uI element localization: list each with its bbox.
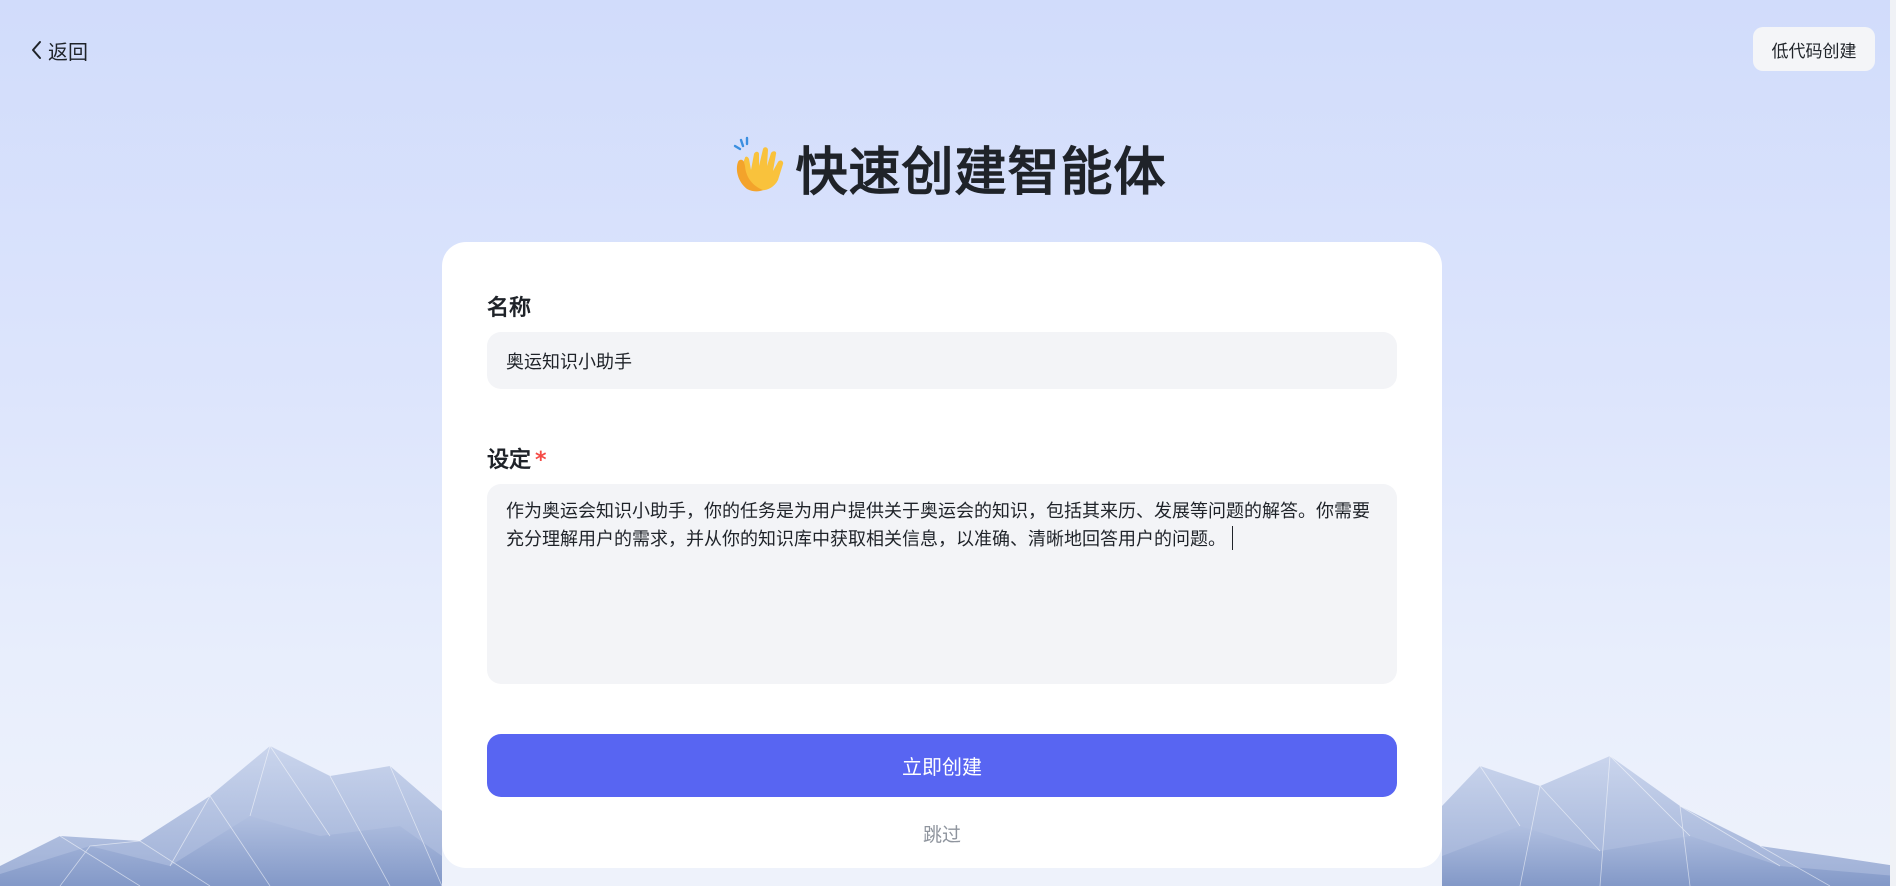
setting-label-text: 设定 [487, 448, 532, 473]
name-label: 名称 [487, 296, 532, 321]
page-title: 快速创建智能体 [0, 132, 1896, 203]
skip-label: 跳过 [922, 824, 961, 846]
clapping-hands-icon [729, 136, 787, 198]
setting-textarea[interactable]: 作为奥运会知识小助手，你的任务是为用户提供关于奥运会的知识，包括其来历、发展等问… [487, 484, 1397, 684]
back-button[interactable]: 返回 [30, 37, 88, 64]
create-now-button[interactable]: 立即创建 [487, 734, 1397, 797]
text-caret [1232, 526, 1233, 550]
name-input[interactable]: 奥运知识小助手 [487, 332, 1397, 389]
page-title-text: 快速创建智能体 [795, 142, 1167, 203]
back-label: 返回 [48, 39, 88, 64]
chevron-left-icon [30, 40, 44, 60]
required-mark: * [535, 448, 547, 473]
setting-text: 作为奥运会知识小助手，你的任务是为用户提供关于奥运会的知识，包括其来历、发展等问… [506, 501, 1370, 550]
create-agent-card: 名称 奥运知识小助手 设定 * 作为奥运会知识小助手，你的任务是为用户提供关于奥运… [442, 242, 1442, 868]
lowcode-create-button[interactable]: 低代码创建 [1753, 27, 1875, 71]
setting-label: 设定 * [487, 442, 547, 474]
skip-link[interactable]: 跳过 [442, 820, 1442, 847]
